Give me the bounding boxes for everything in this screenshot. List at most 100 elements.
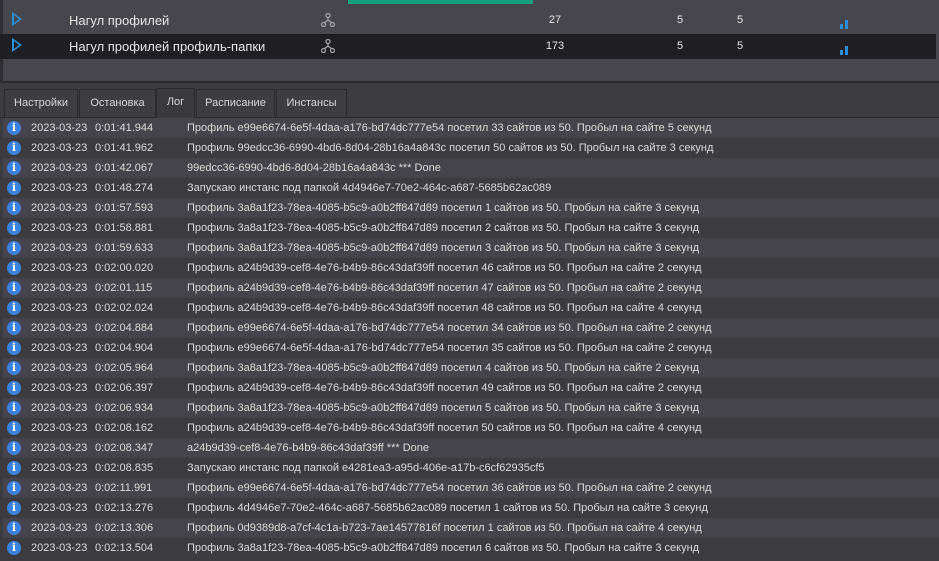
info-icon: i [7,521,21,535]
info-icon: i [7,141,21,155]
log-time: 0:01:59.633 [95,242,154,254]
log-date: 2023-03-23 [31,422,88,434]
log-date: 2023-03-23 [31,522,88,534]
info-icon: i [7,261,21,275]
log-message: Профиль 4d4946e7-70e2-464c-a687-5685b62a… [187,502,708,514]
log-time: 0:02:13.276 [95,502,154,514]
log-time: 0:02:08.347 [95,442,154,454]
play-icon[interactable] [12,12,22,26]
log-row: i 2023-03-23 0:02:06.934 Профиль 3a8a1f2… [3,398,939,418]
log-row: i 2023-03-23 0:02:04.884 Профиль e99e667… [3,318,939,338]
log-message: Запускаю инстанс под папкой e4281ea3-a95… [187,462,545,474]
log-time: 0:02:02.024 [95,302,154,314]
log-date: 2023-03-23 [31,122,88,134]
log-list: i 2023-03-23 0:01:41.944 Профиль e99e667… [3,118,939,558]
info-icon: i [7,301,21,315]
play-icon[interactable] [12,38,22,52]
info-icon: i [7,221,21,235]
log-row: i 2023-03-23 0:02:05.964 Профиль 3a8a1f2… [3,358,939,378]
log-date: 2023-03-23 [31,182,88,194]
task-count: 27 [548,14,562,26]
log-message: Профиль e99e6674-6e5f-4daa-a176-bd74dc77… [187,322,712,334]
task-col-b: 5 [737,40,744,52]
log-date: 2023-03-23 [31,502,88,514]
tab-1[interactable]: Остановка [79,89,156,118]
task-name: Нагул профилей профиль-папки [69,39,266,54]
log-date: 2023-03-23 [31,222,88,234]
log-date: 2023-03-23 [31,402,88,414]
task-col-b: 5 [737,14,744,26]
log-row: i 2023-03-23 0:01:41.962 Профиль 99edcc3… [3,138,939,158]
log-message: Профиль e99e6674-6e5f-4daa-a176-bd74dc77… [187,342,712,354]
log-message: Профиль 3a8a1f23-78ea-4085-b5c9-a0b2ff84… [187,542,700,554]
log-date: 2023-03-23 [31,442,88,454]
log-row: i 2023-03-23 0:02:13.504 Профиль 3a8a1f2… [3,538,939,558]
info-icon: i [7,161,21,175]
log-date: 2023-03-23 [31,462,88,474]
log-time: 0:02:13.504 [95,542,154,554]
log-date: 2023-03-23 [31,262,88,274]
tab-3[interactable]: Расписание [196,89,275,118]
info-icon: i [7,121,21,135]
task-name: Нагул профилей [69,13,170,28]
log-message: Профиль 3a8a1f23-78ea-4085-b5c9-a0b2ff84… [187,202,700,214]
tab-2[interactable]: Лог [156,88,195,118]
log-row: i 2023-03-23 0:02:00.020 Профиль a24b9d3… [3,258,939,278]
log-message: Профиль 3a8a1f23-78ea-4085-b5c9-a0b2ff84… [187,362,700,374]
log-time: 0:02:05.964 [95,362,154,374]
log-time: 0:01:41.944 [95,122,154,134]
log-message: Профиль a24b9d39-cef8-4e76-b4b9-86c43daf… [187,282,702,294]
log-row: i 2023-03-23 0:02:08.162 Профиль a24b9d3… [3,418,939,438]
info-icon: i [7,501,21,515]
log-time: 0:01:41.962 [95,142,154,154]
log-time: 0:02:00.020 [95,262,154,274]
info-icon: i [7,181,21,195]
fork-icon[interactable] [320,12,336,28]
progress-bar [348,0,533,4]
info-icon: i [7,281,21,295]
log-time: 0:02:11.991 [95,482,153,494]
log-row: i 2023-03-23 0:02:13.276 Профиль 4d4946e… [3,498,939,518]
info-icon: i [7,201,21,215]
log-date: 2023-03-23 [31,482,88,494]
log-row: i 2023-03-23 0:01:57.593 Профиль 3a8a1f2… [3,198,939,218]
log-message: Профиль a24b9d39-cef8-4e76-b4b9-86c43daf… [187,382,702,394]
log-time: 0:02:08.835 [95,462,154,474]
log-message: Профиль 3a8a1f23-78ea-4085-b5c9-a0b2ff84… [187,222,700,234]
log-date: 2023-03-23 [31,142,88,154]
log-row: i 2023-03-23 0:02:08.835 Запускаю инстан… [3,458,939,478]
bar-chart-icon[interactable] [840,43,848,55]
info-icon: i [7,441,21,455]
log-date: 2023-03-23 [31,302,88,314]
log-date: 2023-03-23 [31,202,88,214]
log-row: i 2023-03-23 0:01:58.881 Профиль 3a8a1f2… [3,218,939,238]
info-icon: i [7,401,21,415]
info-icon: i [7,381,21,395]
log-time: 0:02:01.115 [95,282,153,294]
log-date: 2023-03-23 [31,322,88,334]
bar-chart-icon[interactable] [840,17,848,29]
log-time: 0:01:48.274 [95,182,154,194]
log-row: i 2023-03-23 0:01:59.633 Профиль 3a8a1f2… [3,238,939,258]
info-icon: i [7,361,21,375]
log-time: 0:02:06.934 [95,402,154,414]
log-message: Профиль a24b9d39-cef8-4e76-b4b9-86c43daf… [187,302,702,314]
log-time: 0:02:04.904 [95,342,154,354]
fork-icon[interactable] [320,38,336,54]
log-message: a24b9d39-cef8-4e76-b4b9-86c43daf39ff ***… [187,442,429,454]
task-col-a: 5 [677,40,684,52]
log-row: i 2023-03-23 0:02:11.991 Профиль e99e667… [3,478,939,498]
task-row[interactable]: Нагул профилей профиль-папки 173 5 5 [0,34,936,59]
log-message: Профиль a24b9d39-cef8-4e76-b4b9-86c43daf… [187,422,702,434]
log-date: 2023-03-23 [31,542,88,554]
info-icon: i [7,461,21,475]
log-date: 2023-03-23 [31,162,88,174]
tab-4[interactable]: Инстансы [276,89,347,118]
task-row[interactable]: Нагул профилей 27 5 5 [0,8,936,33]
log-message: 99edcc36-6990-4bd6-8d04-28b16a4a843c ***… [187,162,441,174]
log-time: 0:01:42.067 [95,162,154,174]
info-icon: i [7,321,21,335]
log-message: Профиль e99e6674-6e5f-4daa-a176-bd74dc77… [187,482,712,494]
tab-0[interactable]: Настройки [4,89,78,118]
log-message: Профиль 0d9389d8-a7cf-4c1a-b723-7ae14577… [187,522,702,534]
